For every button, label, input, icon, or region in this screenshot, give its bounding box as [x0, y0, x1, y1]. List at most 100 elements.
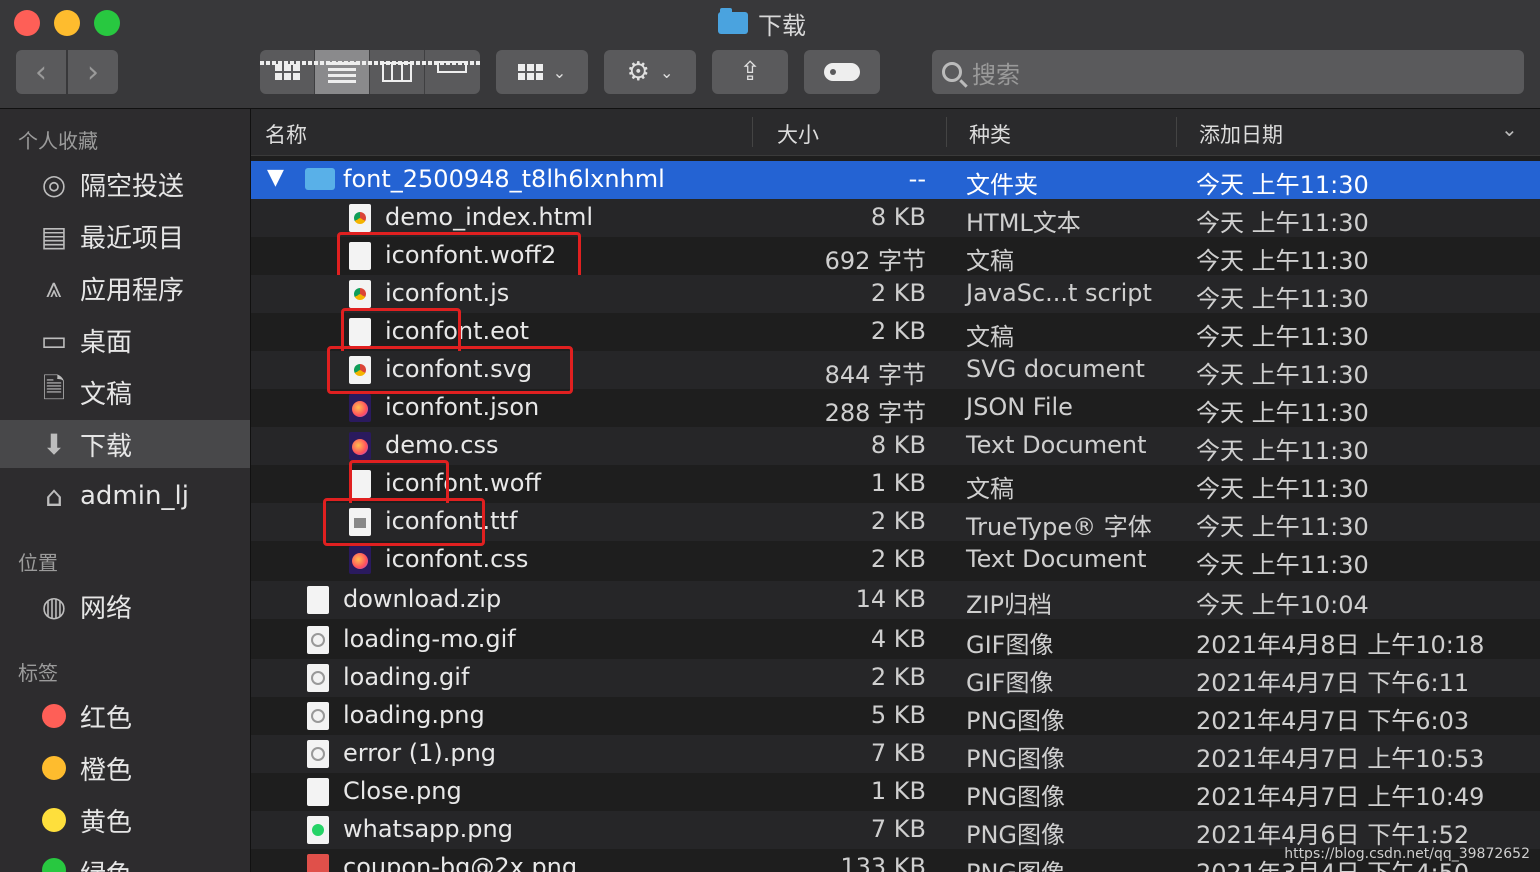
file-name: demo_index.html: [385, 203, 594, 231]
zoom-window-button[interactable]: [94, 10, 120, 36]
file-size: 4 KB: [870, 625, 926, 653]
tag-button[interactable]: [804, 50, 880, 94]
gallery-view-button[interactable]: [260, 50, 480, 94]
file-size: 133 KB: [840, 853, 926, 872]
sidebar-item-label: 橙色: [80, 755, 133, 786]
folder-icon: [305, 168, 335, 190]
sidebar-tag-yellow[interactable]: 黄色: [0, 796, 250, 844]
gear-icon: ⚙: [626, 57, 650, 87]
sidebar-tag-orange[interactable]: 橙色: [0, 744, 250, 792]
file-size: --: [908, 165, 926, 193]
sidebar-item-label: 黄色: [80, 807, 133, 838]
file-size: 2 KB: [870, 317, 926, 345]
sidebar-item-recents[interactable]: ▤ 最近项目: [0, 212, 250, 260]
file-date-added: 今天 上午11:30: [1196, 285, 1369, 313]
file-name: download.zip: [343, 585, 502, 613]
file-row[interactable]: download.zip 14 KB ZIP归档 今天 上午10:04: [251, 581, 1540, 619]
file-name: font_2500948_t8lh6lxnhml: [343, 165, 665, 193]
file-date-added: 今天 上午11:30: [1196, 361, 1369, 389]
back-button[interactable]: ‹: [16, 50, 66, 94]
share-button[interactable]: ⇪: [712, 50, 788, 94]
column-view-button[interactable]: [370, 50, 425, 94]
file-kind: HTML文本: [966, 209, 1081, 237]
file-date-added: 今天 上午11:30: [1196, 513, 1369, 541]
file-kind: JSON File: [966, 393, 1073, 421]
column-view-icon: [382, 62, 412, 82]
file-size: 2 KB: [870, 507, 926, 535]
column-header-kind[interactable]: 种类: [969, 119, 1011, 149]
file-name: iconfont.json: [385, 393, 540, 421]
window-title-text: 下载: [758, 11, 806, 40]
file-date-added: 2021年4月6日 下午1:52: [1196, 821, 1470, 849]
desktop-icon: ▭: [40, 323, 68, 357]
group-grid-icon: [517, 64, 543, 80]
column-header-name[interactable]: 名称: [265, 119, 307, 149]
file-size: 1 KB: [870, 469, 926, 497]
sidebar-item-downloads[interactable]: ⬇ 下载: [0, 420, 250, 468]
sidebar-item-documents[interactable]: 🗎 文稿: [0, 368, 250, 416]
chevron-left-icon: ‹: [35, 54, 47, 90]
folder-row[interactable]: ▼ font_2500948_t8lh6lxnhml -- 文件夹 今天 上午11:30: [251, 161, 1540, 199]
divider: [752, 117, 753, 147]
divider: [946, 117, 947, 147]
file-row[interactable]: Close.png 1 KB PNG图像 2021年4月7日 上午10:49: [251, 773, 1540, 811]
sidebar-item-airdrop[interactable]: ◎ 隔空投送: [0, 160, 250, 208]
orange-tag-dot-icon: [42, 756, 66, 780]
sidebar-item-desktop[interactable]: ▭ 桌面: [0, 316, 250, 364]
favorites-header: 个人收藏: [18, 129, 98, 153]
network-icon: ◍: [41, 589, 67, 623]
group-by-button[interactable]: ⌄: [496, 50, 588, 94]
file-name: loading.gif: [343, 663, 470, 691]
whatsapp-image-icon: [307, 816, 329, 844]
green-tag-dot-icon: [42, 858, 66, 872]
file-size: 844 字节: [824, 361, 926, 389]
file-kind: PNG图像: [966, 853, 1065, 872]
sidebar-item-label: 下载: [80, 431, 133, 462]
file-kind: Text Document: [966, 431, 1147, 459]
document-icon: [307, 778, 329, 806]
sidebar-tag-red[interactable]: 红色: [0, 692, 250, 740]
red-highlight-box: [337, 232, 581, 280]
file-date-added: 今天 上午11:30: [1196, 209, 1369, 237]
list-view-button[interactable]: [315, 50, 370, 94]
file-row[interactable]: iconfont.css 2 KB Text Document 今天 上午11:30: [251, 541, 1540, 579]
search-icon: [942, 62, 962, 82]
tags-header: 标签: [18, 661, 58, 685]
recents-icon: ▤: [40, 219, 68, 253]
action-menu-button[interactable]: ⚙ ⌄: [604, 50, 696, 94]
close-window-button[interactable]: [14, 10, 40, 36]
chrome-document-icon: [349, 204, 371, 232]
watermark: https://blog.csdn.net/qq_39872652: [1284, 846, 1530, 862]
file-row[interactable]: iconfont.json 288 字节 JSON File 今天 上午11:30: [251, 389, 1540, 427]
sidebar-item-label: 应用程序: [80, 275, 185, 306]
downloads-icon: ⬇: [42, 427, 66, 461]
icon-view-button[interactable]: [260, 50, 315, 94]
sidebar-item-home[interactable]: ⌂ admin_lj: [0, 472, 250, 520]
file-row[interactable]: loading-mo.gif 4 KB GIF图像 2021年4月8日 上午10:18: [251, 621, 1540, 659]
file-size: 1 KB: [870, 777, 926, 805]
sidebar-item-applications[interactable]: ⩓ 应用程序: [0, 264, 250, 312]
file-row[interactable]: error (1).png 7 KB PNG图像 2021年4月7日 上午10:53: [251, 735, 1540, 773]
red-tag-dot-icon: [42, 704, 66, 728]
sidebar-tag-green[interactable]: 绿色: [0, 846, 250, 872]
column-header-date-added[interactable]: 添加日期: [1199, 119, 1283, 149]
image-file-icon: [307, 626, 329, 654]
airdrop-icon: ◎: [41, 167, 67, 201]
file-kind: PNG图像: [966, 783, 1066, 811]
sort-chevron-down-icon[interactable]: ⌄: [1501, 117, 1518, 141]
file-row[interactable]: whatsapp.png 7 KB PNG图像 2021年4月6日 下午1:52: [251, 811, 1540, 849]
disclosure-triangle-icon[interactable]: ▼: [267, 165, 284, 190]
file-name: loading.png: [343, 701, 485, 729]
search-field[interactable]: 搜索: [932, 50, 1524, 94]
chrome-document-icon: [349, 280, 371, 308]
file-kind: PNG图像: [966, 745, 1066, 773]
sidebar-item-network[interactable]: ◍ 网络: [0, 582, 250, 630]
file-row[interactable]: loading.png 5 KB PNG图像 2021年4月7日 下午6:03: [251, 697, 1540, 735]
column-header-size[interactable]: 大小: [777, 119, 819, 149]
tag-icon: [824, 63, 860, 81]
file-size: 5 KB: [870, 701, 926, 729]
minimize-window-button[interactable]: [54, 10, 80, 36]
forward-button[interactable]: ›: [68, 50, 118, 94]
file-row[interactable]: loading.gif 2 KB GIF图像 2021年4月7日 下午6:11: [251, 659, 1540, 697]
red-highlight-box: [323, 498, 485, 546]
